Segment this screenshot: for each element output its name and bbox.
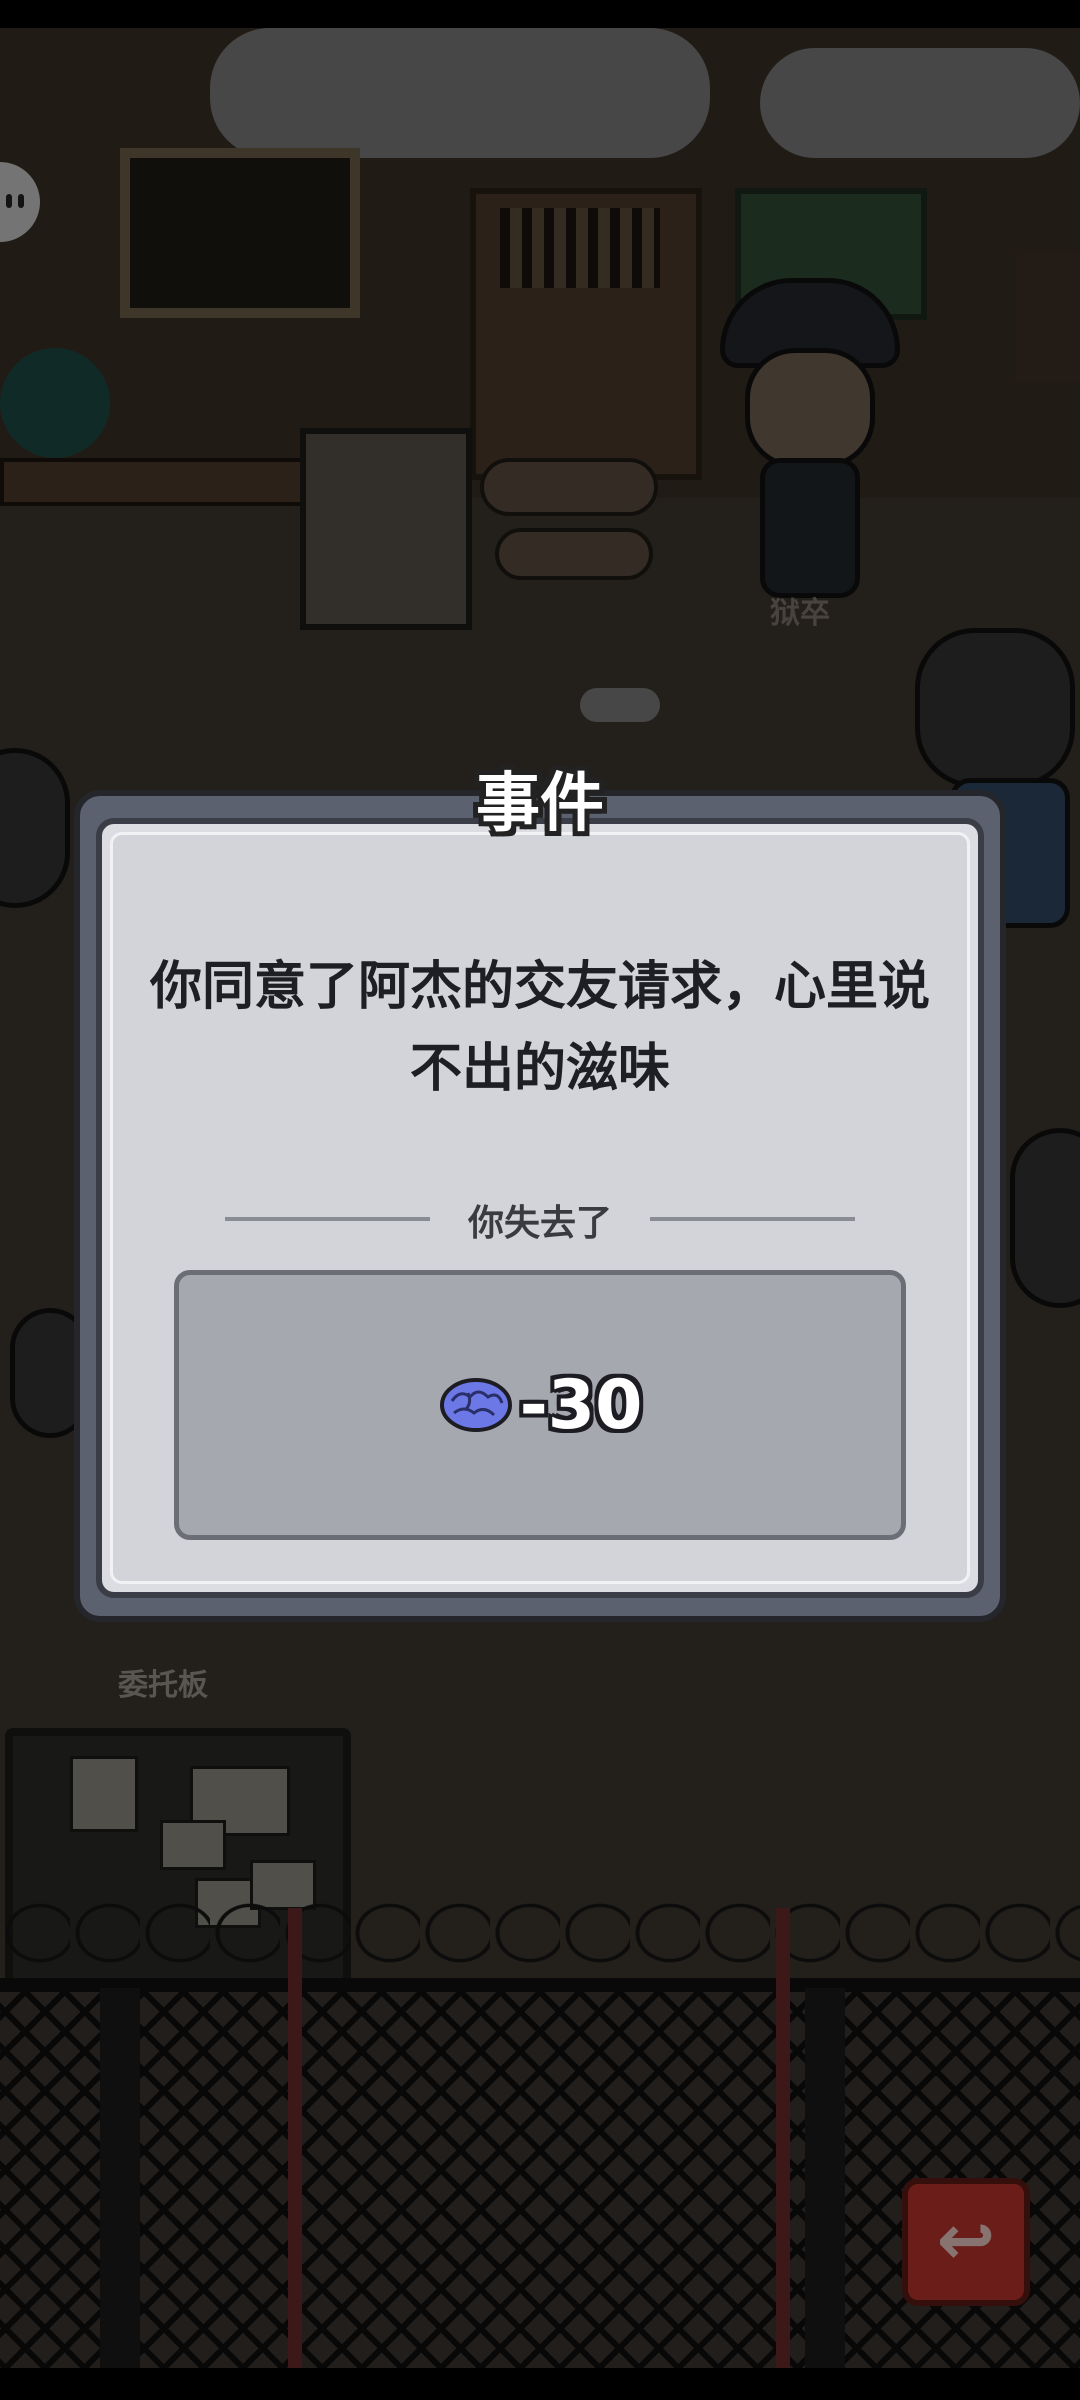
loss-section-header: 你失去了 — [225, 1194, 855, 1244]
dialog-title: 事件 — [476, 767, 604, 841]
event-message: 你同意了阿杰的交友请求，心里说不出的滋味 — [149, 957, 930, 1099]
loss-item: -30 — [179, 1275, 901, 1535]
brain-icon — [439, 1378, 512, 1432]
loss-value: -30 — [519, 1365, 643, 1445]
loss-box: -30 — [174, 1270, 906, 1540]
divider-right — [650, 1217, 855, 1221]
